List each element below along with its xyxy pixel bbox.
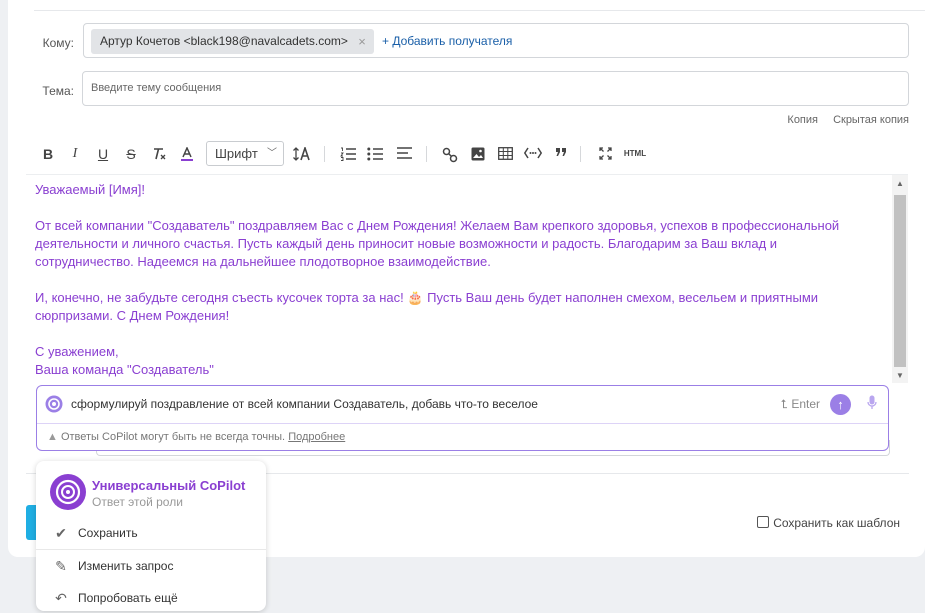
- copilot-disclaimer: ▲ Ответы CoPilot могут быть не всегда то…: [47, 423, 345, 451]
- remove-recipient-icon[interactable]: ×: [358, 29, 366, 54]
- send-prompt-button[interactable]: ↑: [830, 394, 851, 415]
- save-template-checkbox[interactable]: [757, 516, 770, 528]
- copilot-avatar-icon: [50, 474, 86, 513]
- enter-hint-label: Enter: [791, 397, 820, 411]
- message-body[interactable]: Уважаемый [Имя]! От всей компании "Создав…: [35, 181, 875, 379]
- more-link[interactable]: Подробнее: [288, 431, 345, 443]
- empty-line: [35, 199, 875, 217]
- editor-scrollbar[interactable]: ▲ ▼: [892, 175, 908, 383]
- recipient-name: Артур Кочетов <black198@navalcadets.com>: [100, 34, 348, 48]
- strike-button[interactable]: S: [123, 140, 139, 168]
- enter-arrow-icon: ⮤: [780, 397, 788, 411]
- cc-link[interactable]: Копия: [787, 114, 818, 126]
- clear-format-icon[interactable]: [150, 140, 168, 168]
- copilot-logo-icon: [45, 395, 63, 416]
- quote-icon[interactable]: [552, 140, 570, 168]
- toolbar-separator: [580, 146, 581, 162]
- divider: [34, 10, 925, 11]
- chevron-down-icon: ﹀: [267, 148, 277, 159]
- message-paragraph: И, конечно, не забудьте сегодня съесть к…: [35, 290, 819, 323]
- align-icon[interactable]: [394, 140, 414, 168]
- copilot-panel: сформулируй поздравление от всей компани…: [36, 385, 889, 451]
- check-icon: ✔: [55, 525, 67, 541]
- copilot-prompt-input[interactable]: сформулируй поздравление от всей компани…: [71, 386, 538, 423]
- scroll-down-icon[interactable]: ▼: [892, 371, 908, 380]
- menu-item-label: Сохранить: [78, 526, 138, 540]
- numbered-list-icon[interactable]: [338, 140, 358, 168]
- menu-item-edit-request[interactable]: ✎ Изменить запрос: [36, 551, 266, 581]
- copilot-response-menu: Универсальный CoPilot Ответ этой роли ✔ …: [36, 461, 266, 611]
- toolbar-separator: [324, 146, 325, 162]
- pencil-icon: ✎: [55, 558, 67, 574]
- menu-item-label: Изменить запрос: [78, 559, 174, 573]
- message-editor[interactable]: Уважаемый [Имя]! От всей компании "Создав…: [26, 174, 908, 383]
- editor-toolbar: B I U S Шрифт ﹀ HTML: [34, 140, 884, 168]
- image-icon[interactable]: [468, 140, 488, 168]
- message-paragraph: Ваша команда "Создаватель": [35, 362, 214, 377]
- copy-links: Копия Скрытая копия: [775, 114, 909, 126]
- subject-field[interactable]: Введите тему сообщения: [82, 71, 909, 106]
- message-paragraph: С уважением,: [35, 344, 119, 359]
- scroll-thumb[interactable]: [894, 195, 906, 367]
- enter-hint: ⮤ Enter: [781, 386, 820, 423]
- warning-icon: ▲: [47, 431, 58, 443]
- copilot-input-row: сформулируй поздравление от всей компани…: [37, 386, 888, 424]
- font-select-label: Шрифт: [215, 146, 258, 161]
- empty-line: [35, 271, 875, 289]
- empty-line: [35, 325, 875, 343]
- add-recipient-link[interactable]: + Добавить получателя: [382, 24, 512, 59]
- disclaimer-text: Ответы CoPilot могут быть не всегда точн…: [60, 431, 286, 443]
- to-label: Кому:: [42, 36, 74, 50]
- underline-button[interactable]: U: [95, 140, 111, 168]
- message-paragraph: От всей компании "Создаватель" поздравля…: [35, 218, 840, 269]
- menu-item-label: Попробовать ещё: [78, 591, 178, 605]
- recipient-chip[interactable]: Артур Кочетов <black198@navalcadets.com>…: [91, 29, 374, 54]
- link-icon[interactable]: [440, 140, 460, 168]
- retry-icon: ↶: [55, 590, 67, 606]
- microphone-icon[interactable]: [867, 395, 877, 413]
- italic-button[interactable]: I: [67, 140, 83, 168]
- table-icon[interactable]: [495, 140, 515, 168]
- save-template-label: Сохранить как шаблон: [773, 516, 900, 530]
- scroll-up-icon[interactable]: ▲: [892, 179, 908, 188]
- bcc-link[interactable]: Скрытая копия: [833, 114, 909, 126]
- toolbar-separator: [426, 146, 427, 162]
- menu-title: Универсальный CoPilot: [92, 478, 246, 493]
- menu-item-save[interactable]: ✔ Сохранить: [36, 518, 266, 548]
- code-icon[interactable]: [522, 140, 544, 168]
- font-select[interactable]: Шрифт ﹀: [206, 141, 284, 166]
- menu-divider: [36, 549, 266, 550]
- recipients-field[interactable]: Артур Кочетов <black198@navalcadets.com>…: [83, 23, 909, 58]
- menu-subtitle: Ответ этой роли: [92, 495, 183, 509]
- bullet-list-icon[interactable]: [365, 140, 385, 168]
- subject-label: Тема:: [42, 84, 74, 98]
- save-template-option[interactable]: Сохранить как шаблон: [757, 516, 900, 530]
- subject-placeholder: Введите тему сообщения: [91, 82, 222, 94]
- bold-button[interactable]: B: [40, 140, 56, 168]
- font-size-icon[interactable]: [292, 140, 314, 168]
- message-paragraph: Уважаемый [Имя]!: [35, 182, 145, 197]
- fullscreen-icon[interactable]: [596, 140, 614, 168]
- menu-item-retry[interactable]: ↶ Попробовать ещё: [36, 583, 266, 613]
- html-button[interactable]: HTML: [623, 140, 647, 168]
- text-color-icon[interactable]: [178, 140, 196, 168]
